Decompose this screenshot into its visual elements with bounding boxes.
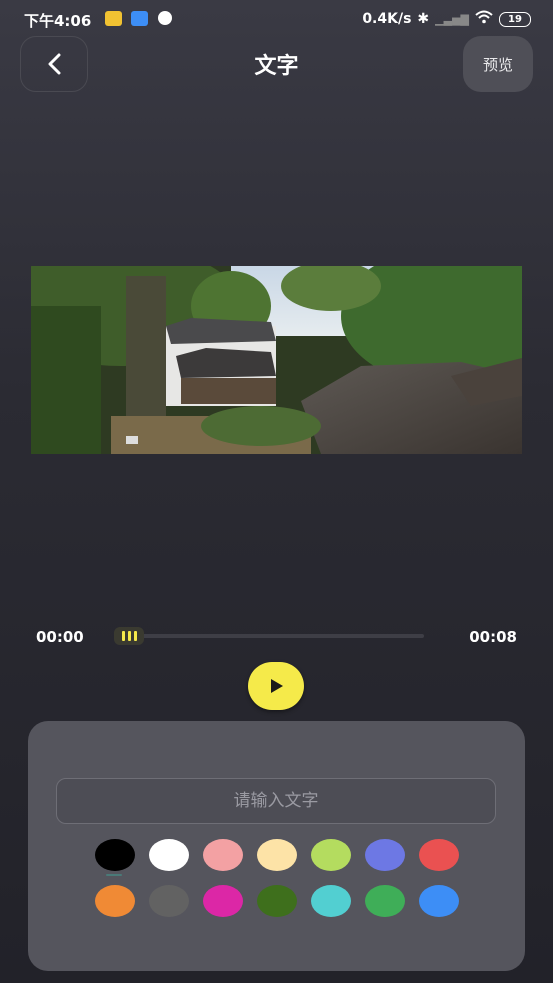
progress-handle[interactable] [114,627,144,645]
wifi-icon [475,10,493,28]
network-speed: 0.4K/s [362,11,412,27]
status-bar: 下午4:06 0.4K/s ✱ ▁▃▅▇ 19 [0,0,553,38]
total-time: 00:08 [469,628,517,646]
color-swatch[interactable] [365,885,405,917]
color-swatch[interactable] [95,839,135,871]
notification-icon [105,11,122,26]
preview-button[interactable]: 预览 [463,36,533,92]
color-swatch[interactable] [311,885,351,917]
play-icon [271,679,283,693]
color-swatch[interactable] [203,839,243,871]
color-swatch[interactable] [149,885,189,917]
bluetooth-icon: ✱ [417,11,430,27]
globe-icon [158,11,172,25]
text-input[interactable] [56,778,496,824]
signal-icon: ▁▃▅▇ [435,12,469,26]
color-swatch[interactable] [257,839,297,871]
color-swatch[interactable] [149,839,189,871]
app-notification-icon [131,11,148,26]
color-swatch[interactable] [311,839,351,871]
video-preview[interactable] [31,266,522,454]
selected-color-indicator [106,874,122,876]
color-swatch[interactable] [257,885,297,917]
battery-icon: 19 [499,11,531,27]
progress-track[interactable] [118,634,424,638]
play-button[interactable] [248,662,304,710]
color-swatch[interactable] [95,885,135,917]
text-style-panel [28,721,525,971]
color-swatch[interactable] [203,885,243,917]
current-time: 00:00 [36,628,84,646]
status-time: 下午4:06 [24,12,92,30]
color-swatch[interactable] [419,839,459,871]
color-swatch[interactable] [419,885,459,917]
color-swatch[interactable] [365,839,405,871]
